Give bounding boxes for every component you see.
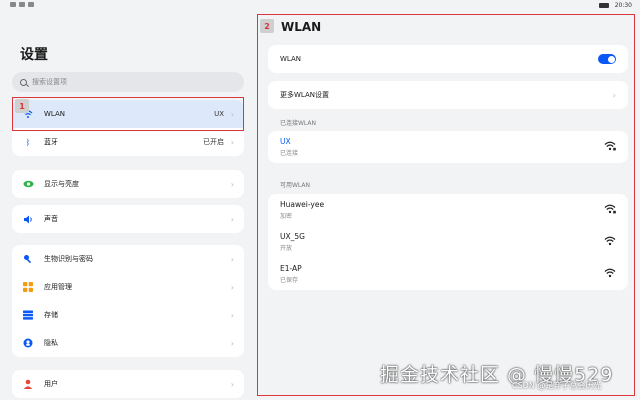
sidebar-item-privacy[interactable]: 隐私 › bbox=[12, 329, 244, 357]
chevron-right-icon: › bbox=[230, 379, 234, 389]
sidebar-item-display[interactable]: 显示与亮度 › bbox=[12, 170, 244, 198]
battery-icon bbox=[598, 3, 609, 8]
network-status: 已保存 bbox=[280, 277, 299, 284]
wifi-status-icon bbox=[28, 2, 34, 7]
chevron-right-icon: › bbox=[612, 90, 616, 100]
wifi-locked-icon bbox=[604, 204, 616, 214]
sidebar-item-value: 已开启 bbox=[203, 138, 224, 146]
wlan-toggle-card: WLAN bbox=[268, 45, 628, 73]
speaker-icon bbox=[22, 213, 34, 225]
chevron-right-icon: › bbox=[230, 338, 234, 348]
connected-section-label: 已连接WLAN bbox=[280, 120, 317, 127]
available-section-label: 可用WLAN bbox=[280, 182, 311, 189]
search-placeholder: 搜索设置项 bbox=[32, 78, 67, 86]
eye-icon bbox=[22, 178, 34, 190]
status-icons-left bbox=[10, 2, 34, 7]
chevron-right-icon: › bbox=[230, 310, 234, 320]
wifi-icon bbox=[604, 236, 616, 246]
watermark-sub: CSDN @是弃子总会历光 bbox=[512, 381, 602, 390]
network-status: 开放 bbox=[280, 245, 293, 252]
network-item[interactable]: Huawei-yee 加密 bbox=[268, 194, 628, 226]
status-bar: 20:30 bbox=[0, 0, 640, 12]
wlan-page-title: WLAN bbox=[281, 20, 322, 34]
network-item[interactable]: UX_5G 开放 bbox=[268, 226, 628, 258]
search-icon bbox=[20, 78, 27, 86]
sidebar-item-label: 生物识别与密码 bbox=[44, 255, 93, 263]
more-wlan-settings-label: 更多WLAN设置 bbox=[280, 91, 330, 99]
connected-network-item[interactable]: UX 已连接 bbox=[268, 131, 628, 163]
sidebar-item-label: 显示与亮度 bbox=[44, 180, 79, 188]
available-networks-card: Huawei-yee 加密 UX_5G 开放 E1-AP 已保存 bbox=[268, 194, 628, 290]
network-status: 加密 bbox=[280, 213, 293, 220]
display-card: 显示与亮度 › bbox=[12, 170, 244, 198]
sidebar-item-label: 用户 bbox=[44, 380, 58, 388]
chevron-right-icon: › bbox=[230, 214, 234, 224]
sidebar-item-storage[interactable]: 存储 › bbox=[12, 301, 244, 329]
signal-icon bbox=[10, 2, 16, 7]
user-card: 用户 › bbox=[12, 370, 244, 398]
network-name: E1-AP bbox=[280, 264, 302, 273]
sidebar-item-label: 存储 bbox=[44, 311, 58, 319]
chevron-right-icon: › bbox=[230, 179, 234, 189]
sidebar-item-bluetooth[interactable]: ᛒ 蓝牙 已开启 › bbox=[12, 128, 244, 156]
sidebar-item-biometrics[interactable]: 生物识别与密码 › bbox=[12, 245, 244, 273]
bluetooth-icon: ᛒ bbox=[25, 137, 31, 147]
apps-icon bbox=[22, 281, 34, 293]
sidebar-item-label: 蓝牙 bbox=[44, 138, 58, 146]
sidebar-item-label: 应用管理 bbox=[44, 283, 72, 291]
annotation-number-2: 2 bbox=[260, 19, 274, 33]
network-name: UX bbox=[280, 137, 291, 146]
sidebar-item-apps[interactable]: 应用管理 › bbox=[12, 273, 244, 301]
network-status: 已连接 bbox=[280, 150, 299, 157]
network-item[interactable]: E1-AP 已保存 bbox=[268, 258, 628, 290]
signal-icon bbox=[19, 2, 25, 7]
sound-card: 声音 › bbox=[12, 205, 244, 233]
network-name: UX_5G bbox=[280, 232, 305, 241]
wifi-icon bbox=[604, 268, 616, 278]
wlan-toggle-switch[interactable] bbox=[598, 54, 616, 64]
user-icon bbox=[22, 378, 34, 390]
privacy-icon bbox=[22, 337, 34, 349]
annotation-number-1: 1 bbox=[15, 99, 29, 113]
page-title: 设置 bbox=[20, 47, 48, 63]
chevron-right-icon: › bbox=[230, 137, 234, 147]
wifi-locked-icon bbox=[604, 141, 616, 151]
wlan-toggle-row[interactable]: WLAN bbox=[268, 45, 628, 73]
sidebar-item-sound[interactable]: 声音 › bbox=[12, 205, 244, 233]
system-card: 生物识别与密码 › 应用管理 › 存储 › 隐私 › bbox=[12, 245, 244, 357]
connected-card: UX 已连接 bbox=[268, 131, 628, 163]
network-name: Huawei-yee bbox=[280, 200, 325, 209]
storage-icon bbox=[22, 309, 34, 321]
more-settings-card: 更多WLAN设置 › bbox=[268, 81, 628, 109]
annotation-box-1 bbox=[12, 97, 244, 131]
chevron-right-icon: › bbox=[230, 282, 234, 292]
chevron-right-icon: › bbox=[230, 254, 234, 264]
clock: 20:30 bbox=[614, 2, 632, 9]
more-wlan-settings[interactable]: 更多WLAN设置 › bbox=[268, 81, 628, 109]
sidebar-item-label: 隐私 bbox=[44, 339, 58, 347]
search-input[interactable]: 搜索设置项 bbox=[12, 72, 244, 92]
sidebar-item-label: 声音 bbox=[44, 215, 58, 223]
wlan-toggle-label: WLAN bbox=[280, 55, 302, 63]
key-icon bbox=[22, 253, 34, 265]
sidebar-item-user[interactable]: 用户 › bbox=[12, 370, 244, 398]
